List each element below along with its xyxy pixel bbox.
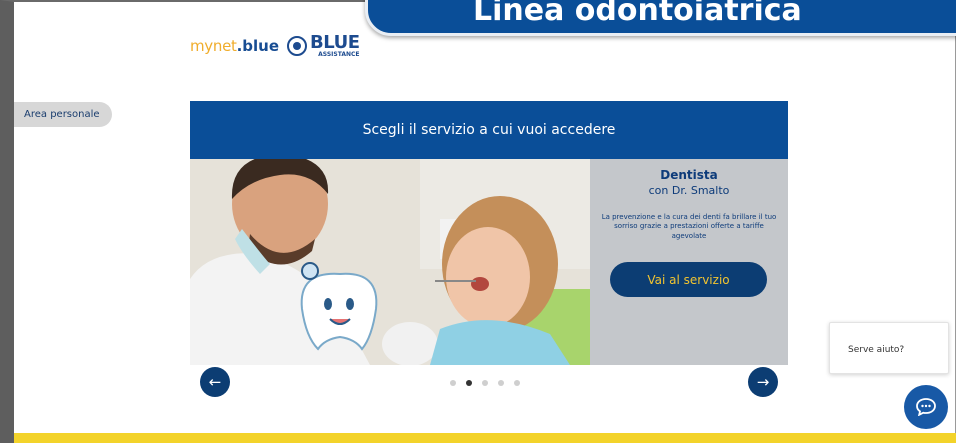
page-banner-title: Linea odontoiatrica (365, 0, 956, 36)
help-text: Serve aiuto? (848, 345, 905, 355)
area-personale-tab[interactable]: Area personale (14, 102, 112, 127)
service-description: La prevenzione e la cura dei denti fa br… (601, 213, 777, 240)
carousel-dot-4[interactable] (498, 380, 504, 386)
help-popup: Serve aiuto? (829, 322, 949, 374)
footer-bar (14, 433, 956, 443)
carousel-dot-2[interactable] (466, 380, 472, 386)
logo-mynet-text: mynet (190, 37, 237, 55)
carousel-next-arrow-icon[interactable]: → (748, 367, 778, 397)
carousel-dot-3[interactable] (482, 380, 488, 386)
service-info-panel: Dentista con Dr. Smalto La prevenzione e… (590, 159, 788, 365)
carousel-pagination (450, 380, 520, 386)
carousel-prev-arrow-icon[interactable]: ← (200, 367, 230, 397)
chat-icon[interactable] (904, 385, 948, 429)
carousel-heading: Scegli il servizio a cui vuoi accedere (190, 101, 788, 159)
blue-assistance-logo-text: BLUE ASSISTANCE (310, 32, 360, 58)
service-title: Dentista (660, 168, 718, 182)
carousel-dot-1[interactable] (450, 380, 456, 386)
service-subtitle: con Dr. Smalto (648, 184, 730, 197)
logo-blue-text: .blue (236, 37, 280, 55)
carousel-dot-5[interactable] (514, 380, 520, 386)
blue-assistance-badge-icon (287, 36, 308, 56)
vai-al-servizio-button[interactable]: Vai al servizio (610, 262, 767, 297)
dentist-photo (190, 159, 590, 365)
mynet-blue-logo: mynet .blue BLUE ASSISTANCE (190, 33, 360, 59)
